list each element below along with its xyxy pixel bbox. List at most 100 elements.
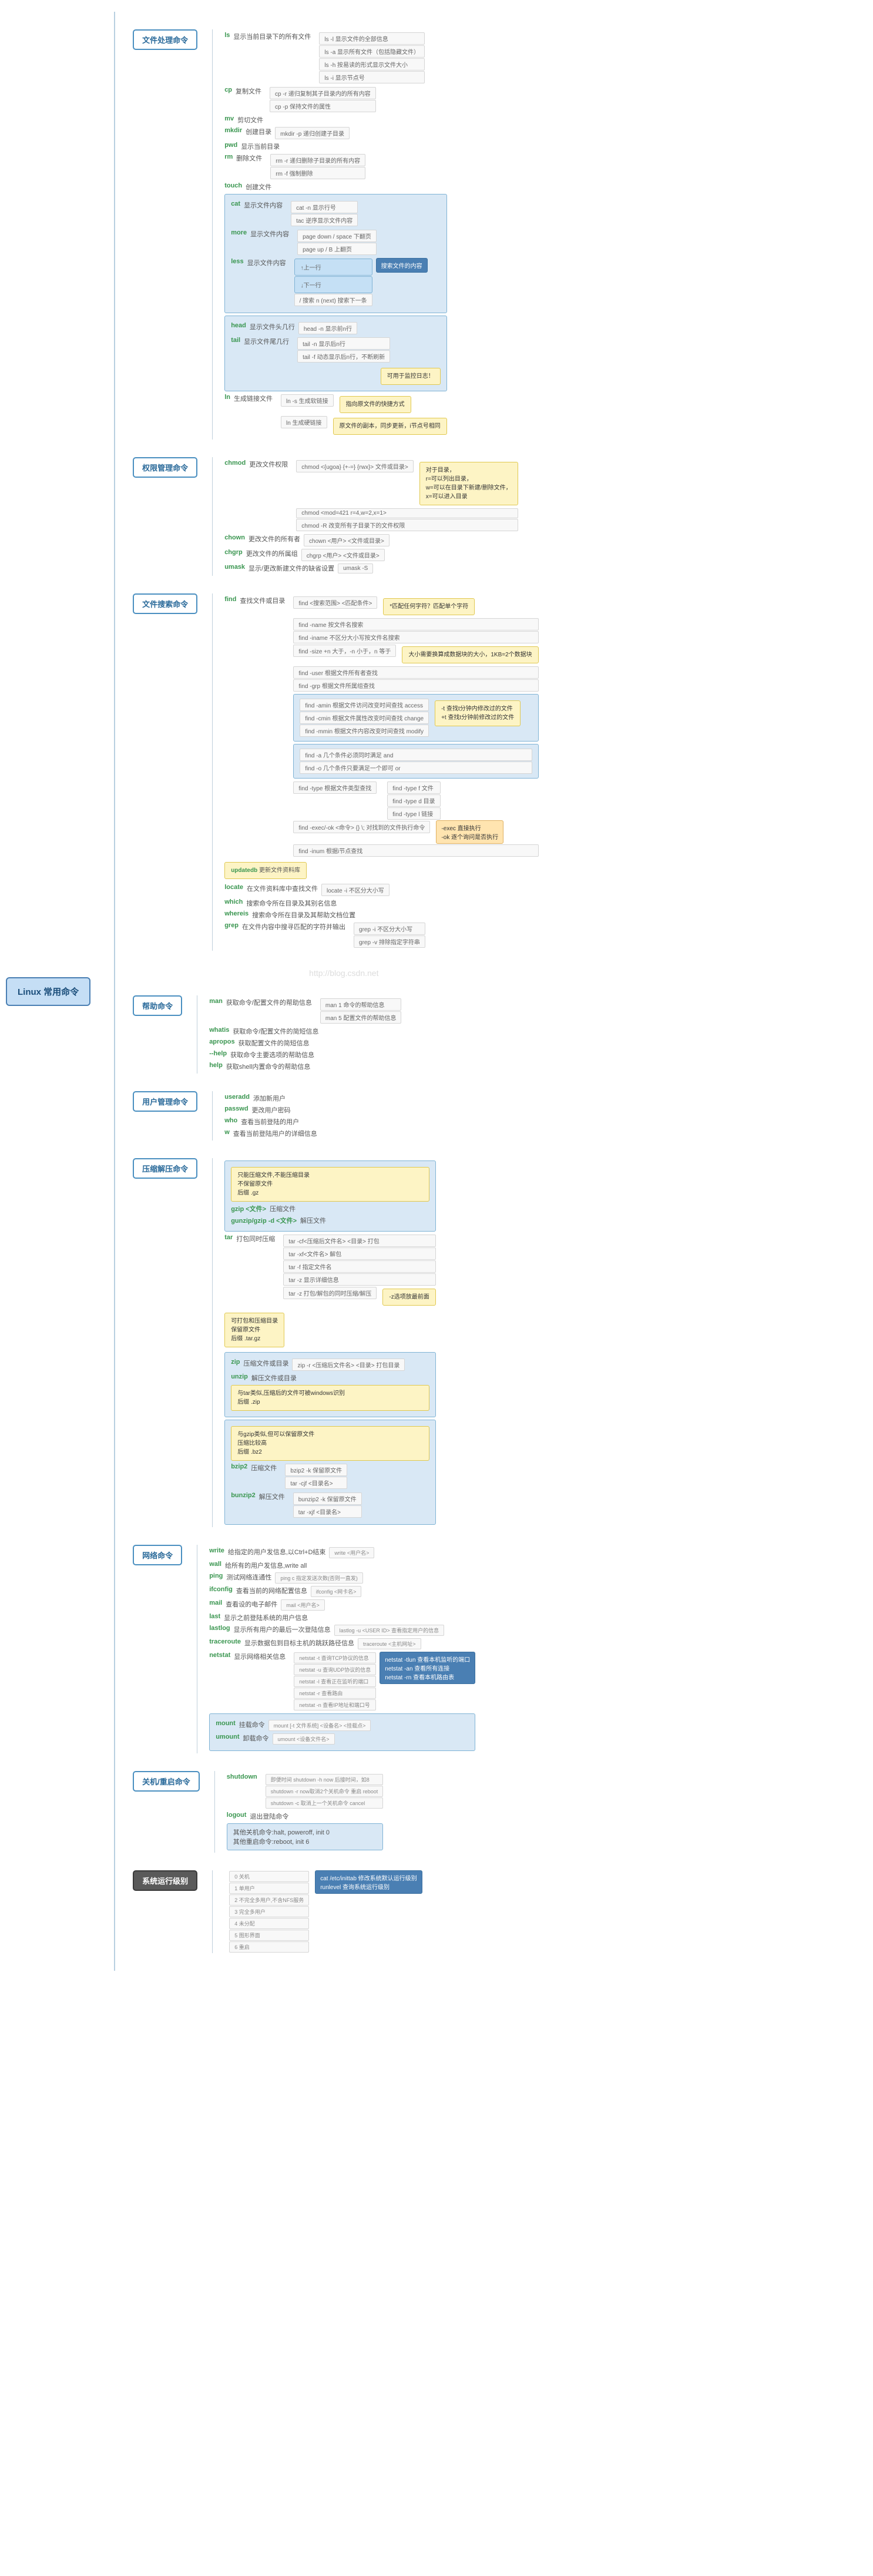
desc: 剪切文件	[237, 115, 263, 125]
detail: umount <设备文件名>	[273, 1733, 335, 1745]
desc: 显示文件内容	[244, 200, 283, 210]
desc: 退出登陆命令	[250, 1812, 288, 1821]
level: 5 图形界面	[229, 1930, 309, 1941]
desc: 查看当前的网络配置信息	[236, 1586, 307, 1595]
detail: bzip2 -k 保留原文件	[285, 1464, 347, 1476]
desc: 显示文件内容	[247, 258, 286, 267]
desc: 生成链接文件	[234, 394, 273, 403]
desc: 获取命令/配置文件的帮助信息	[226, 998, 312, 1007]
detail: cp -p 保持文件的属性	[270, 100, 376, 112]
detail: mail <用户名>	[281, 1599, 325, 1611]
desc: 更改用户密码	[252, 1105, 291, 1115]
cmd-write: write	[209, 1547, 224, 1554]
detail: chmod -R 改变所有子目录下的文件权限	[296, 519, 518, 531]
desc: 卸载命令	[243, 1733, 269, 1743]
desc: 搜索命令所在目录及其帮助文档位置	[252, 910, 355, 920]
detail: netstat -t 查询TCP协议的信息	[294, 1652, 376, 1663]
detail: page up / B 上翻页	[297, 243, 377, 255]
detail: ln -s 生成软链接	[281, 394, 334, 407]
cmd-bunzip2: bunzip2	[231, 1492, 256, 1499]
desc: 显示当前目录下的所有文件	[233, 32, 311, 41]
cmd-traceroute: traceroute	[209, 1638, 241, 1645]
detail: bunzip2 -k 保留原文件	[293, 1492, 362, 1505]
cmd-ls: ls	[224, 32, 230, 39]
tip: 与tar类似,压缩后的文件可被windows识别 后缀 .zip	[231, 1385, 429, 1411]
tip: 大小需要换算成数据块的大小，1KB=2个数据块	[402, 646, 538, 663]
cmd-zip: zip	[231, 1359, 240, 1366]
detail: find -size +n 大于，-n 小于，n 等于	[293, 645, 396, 657]
detail: find <搜索范围> <匹配条件>	[293, 596, 377, 609]
detail: grep -i 不区分大小写	[354, 923, 425, 935]
desc: 搜索命令所在目录及其别名信息	[246, 898, 337, 908]
desc: 给指定的用户发信息,以Ctrl+D结束	[228, 1547, 326, 1557]
section-shutdown: 关机/重启命令 shutdown 即便时间 shutdown -h now 后接…	[133, 1771, 538, 1853]
desc: 获取shell内置命令的帮助信息	[226, 1062, 311, 1071]
section-title-perm: 权限管理命令	[133, 457, 197, 478]
cmd-mkdir: mkdir	[224, 127, 242, 134]
desc: 在文件内容中搜寻匹配的字符并输出	[242, 922, 345, 931]
desc: 解压文件	[259, 1492, 285, 1501]
level: 4 未分配	[229, 1918, 309, 1929]
detail: find -inum 根据i节点查找	[293, 844, 538, 857]
desc: 压缩文件	[270, 1204, 296, 1213]
cmd-chmod: chmod	[224, 459, 246, 467]
desc: 更改文件的所属组	[246, 549, 298, 558]
cmd-touch: touch	[224, 182, 242, 189]
desc: 解压文件或目录	[251, 1373, 297, 1383]
desc: 压缩文件或目录	[243, 1359, 288, 1368]
desc: 显示数据包到目标主机的跳跃路径信息	[244, 1638, 354, 1648]
desc: 查看当前登陆的用户	[241, 1117, 299, 1126]
tip: *匹配任何字符？匹配单个字符	[383, 598, 475, 615]
cmd-wall: wall	[209, 1561, 221, 1568]
cmd-head: head	[231, 322, 246, 329]
tip: 只能压缩文件,不能压缩目录 不保留原文件 后缀 .gz	[231, 1167, 429, 1202]
detail: mount [-t 文件系统] <设备名> <挂载点>	[268, 1720, 371, 1731]
cmd-help-option: --help	[209, 1050, 227, 1057]
tip: -t 查找t分钟内修改过的文件 +t 查找t分钟前修改过的文件	[435, 700, 521, 726]
desc: 复制文件	[236, 86, 261, 96]
cmd-unzip: unzip	[231, 1373, 248, 1380]
desc: 打包同时压缩	[236, 1234, 275, 1243]
section-title-shutdown: 关机/重启命令	[133, 1771, 200, 1792]
detail: find -user 根据文件所有者查找	[293, 666, 538, 679]
cmd-umask: umask	[224, 564, 245, 571]
cmd-mv: mv	[224, 115, 234, 122]
tip: -exec 直接执行 -ok 逐个询问是否执行	[436, 820, 503, 844]
section-title-user: 用户管理命令	[133, 1091, 197, 1112]
section-help: 帮助命令 man获取命令/配置文件的帮助信息 man 1 命令的帮助信息 man…	[133, 995, 538, 1074]
desc: 显示文件内容	[250, 229, 289, 239]
desc: 更改文件的所有者	[249, 534, 300, 544]
desc: 查看设的电子邮件	[226, 1599, 277, 1609]
tip: 搜索文件的内容	[376, 258, 428, 273]
detail: tar -xjf <目录名>	[293, 1505, 362, 1518]
detail: find -mmin 根据文件内容改变时间查找 modify	[300, 724, 429, 737]
desc: 更新文件资料库	[259, 867, 300, 874]
cmd-ifconfig: ifconfig	[209, 1586, 233, 1593]
cmd-chgrp: chgrp	[224, 549, 243, 556]
detail: ifconfig <网卡名>	[311, 1586, 362, 1597]
desc: 显示之前登陆系统的用户信息	[224, 1613, 308, 1622]
detail: chmod <mod=421 r=4,w=2,x=1>	[296, 508, 518, 518]
desc: 解压文件	[300, 1216, 326, 1225]
mind-map-root: Linux 常用命令 文件处理命令 ls显示当前目录下的所有文件 ls -l 显…	[6, 12, 867, 1971]
cmd-netstat: netstat	[209, 1652, 230, 1659]
detail: tar -z 显示详细信息	[283, 1273, 435, 1286]
level: 3 完全多用户	[229, 1906, 309, 1917]
detail: tail -f 动态显示后n行，不断刷新	[297, 350, 390, 363]
detail: tar -xf<文件名> 解包	[283, 1247, 435, 1260]
box-head-tail: head显示文件头几行head -n 显示前n行 tail显示文件尾几行 tai…	[224, 316, 447, 391]
detail: tac 逆序显示文件内容	[291, 214, 358, 226]
desc: 创建目录	[246, 127, 271, 136]
section-user: 用户管理命令 useradd添加新用户 passwd更改用户密码 who查看当前…	[133, 1091, 538, 1141]
desc: 显示文件头几行	[250, 322, 295, 331]
detail: netstat -n 查看IP地址和端口号	[294, 1699, 376, 1710]
tip: cat /etc/inittab 修改系统默认运行级别 runlevel 查询系…	[315, 1870, 422, 1894]
cmd-bzip2: bzip2	[231, 1463, 247, 1470]
detail: rm -r 递归删除子目录的所有内容	[270, 154, 365, 166]
detail: man 5 配置文件的帮助信息	[320, 1011, 402, 1024]
box-zip: zip压缩文件或目录zip -r <压缩后文件名> <目录> 打包目录 unzi…	[224, 1352, 436, 1417]
cmd-man: man	[209, 998, 223, 1005]
detail: chgrp <用户> <文件或目录>	[301, 549, 385, 561]
detail: tar -cf<压缩后文件名> <目录> 打包	[283, 1235, 435, 1247]
detail: find -type d 目录	[387, 794, 440, 807]
